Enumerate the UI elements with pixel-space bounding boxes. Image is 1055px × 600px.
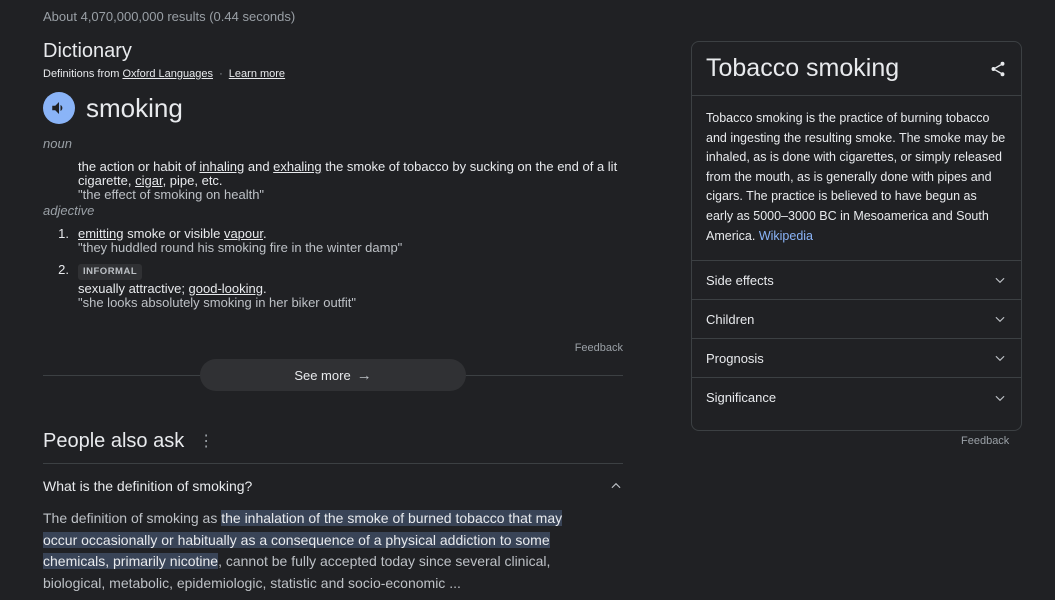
kp-row-label: Significance [706,390,777,406]
arrow-right-icon: → [356,366,372,384]
paa-header: People also ask ⋮ [43,430,623,453]
kp-row-label: Side effects [706,272,774,288]
oxford-languages-link[interactable]: Oxford Languages [122,68,213,80]
kp-row-label: Children [706,311,755,327]
headword: smoking [86,92,183,123]
kp-row-side-effects[interactable]: Side effects [692,261,1021,301]
word-link-emitting[interactable]: emitting [78,226,124,241]
sense-example: "she looks absolutely smoking in her bik… [78,295,357,310]
kp-title: Tobacco smoking [706,54,900,82]
chevron-down-icon [995,277,1005,284]
word-link-cigar[interactable]: cigar [135,173,162,188]
paa-answer: The definition of smoking as the inhalat… [43,508,588,594]
kp-description-text: Tobacco smoking is the practice of burni… [706,111,1006,243]
adjective-senses: 1. emitting smoke or visible vapour. "th… [43,227,623,310]
wikipedia-link[interactable]: Wikipedia [759,229,813,243]
see-more-section: See more → [43,359,623,391]
definition-text: , pipe, etc. [162,173,223,188]
dictionary-card: Dictionary Definitions from Oxford Langu… [43,40,623,391]
part-of-speech-adjective: adjective [43,203,95,218]
speaker-icon [52,102,63,114]
word-link-good-looking[interactable]: good-looking [189,281,263,296]
share-icon[interactable] [989,60,1007,78]
definition-text: smoke or visible [123,226,224,241]
sense-body: emitting smoke or visible vapour. "they … [78,227,402,255]
sense-definition: emitting smoke or visible vapour. [78,227,402,241]
see-more-label: See more [294,367,351,383]
chevron-down-icon [995,316,1005,323]
dictionary-title: Dictionary [43,40,132,62]
sense-example: "they huddled round his smoking fire in … [78,240,403,255]
noun-definition: the action or habit of inhaling and exha… [78,160,618,188]
sense-number: 2. [58,262,69,277]
sense-body: INFORMAL sexually attractive; good-looki… [78,263,356,310]
definition-text: sexually attractive; [78,281,189,296]
pronunciation-button[interactable] [43,92,75,124]
learn-more-link[interactable]: Learn more [229,68,285,80]
word-link-exhaling[interactable]: exhaling [273,159,321,174]
kp-description: Tobacco smoking is the practice of burni… [692,96,1021,262]
kp-row-label: Prognosis [706,350,764,366]
kp-row-children[interactable]: Children [692,300,1021,340]
dictionary-feedback-link[interactable]: Feedback [575,342,623,354]
definition-text: the action or habit of [78,159,200,174]
kp-row-significance[interactable]: Significance [692,378,1021,417]
result-stats: About 4,070,000,000 results (0.44 second… [43,9,296,24]
adjective-sense-2: 2. INFORMAL sexually attractive; good-lo… [43,263,623,310]
definition-text: . [263,281,267,296]
paa-question-text: What is the definition of smoking? [43,478,253,494]
informal-badge: INFORMAL [78,264,143,280]
word-link-inhaling[interactable]: inhaling [199,159,244,174]
chevron-down-icon [995,355,1005,362]
answer-text: The definition of smoking as [43,510,222,526]
chevron-up-icon [611,482,621,489]
sense-number: 1. [58,226,69,241]
kp-row-prognosis[interactable]: Prognosis [692,339,1021,379]
adjective-sense-1: 1. emitting smoke or visible vapour. "th… [43,227,623,255]
people-also-ask: People also ask ⋮ What is the definition… [43,430,623,594]
more-options-icon[interactable]: ⋮ [198,433,214,450]
definition-text: and [244,159,274,174]
noun-sense: the action or habit of inhaling and exha… [78,160,618,202]
source-prefix: Definitions from [43,68,120,80]
headword-row: smoking [43,92,623,124]
part-of-speech-noun: noun [43,136,72,151]
source-separator: · [219,68,223,80]
noun-example: "the effect of smoking on health" [78,187,265,202]
sense-definition: sexually attractive; good-looking. [78,282,356,296]
word-link-vapour[interactable]: vapour [224,226,263,241]
knowledge-panel: Tobacco smoking Tobacco smoking is the p… [691,41,1022,431]
kp-feedback-link[interactable]: Feedback [961,435,1009,447]
dictionary-source: Definitions from Oxford Languages · Lear… [43,68,623,80]
chevron-down-icon [995,395,1005,401]
paa-title: People also ask [43,430,185,452]
paa-question[interactable]: What is the definition of smoking? [43,464,623,508]
kp-header: Tobacco smoking [692,42,1021,96]
definition-text: . [263,226,267,241]
see-more-button[interactable]: See more → [200,359,466,391]
